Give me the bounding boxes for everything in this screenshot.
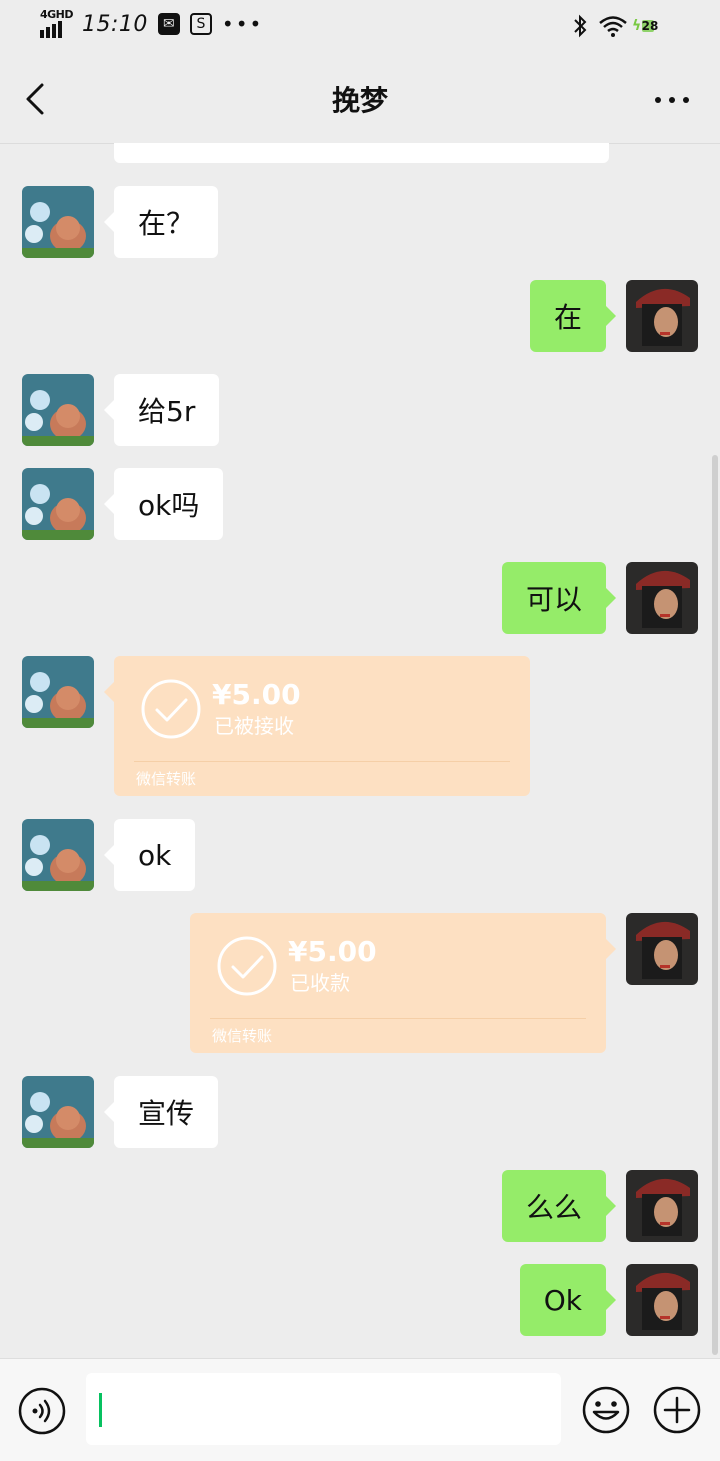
message-text: Ok — [543, 1283, 582, 1317]
plus-more-icon[interactable] — [652, 1385, 702, 1435]
wifi-icon — [599, 16, 627, 37]
transfer-service-label: 微信转账 — [212, 1027, 273, 1045]
battery-level: 28 — [641, 19, 659, 33]
chat-scrollbar[interactable] — [712, 455, 718, 1355]
message-text: ok — [138, 838, 172, 872]
emoji-icon[interactable] — [581, 1385, 631, 1435]
message-bubble[interactable]: 在 — [529, 280, 617, 352]
message-row: ¥5.00 已收款 微信转账 — [0, 913, 720, 1053]
bluetooth-icon — [574, 14, 587, 38]
message-input[interactable] — [86, 1373, 561, 1445]
check-circle-icon — [141, 679, 201, 739]
notification-icon: ✉ — [157, 13, 180, 35]
message-bubble[interactable]: Ok — [519, 1264, 617, 1336]
my-avatar[interactable] — [626, 280, 698, 352]
message-row: 可以 — [0, 562, 720, 634]
message-bubble[interactable]: 么么 — [501, 1170, 617, 1242]
message-bubble[interactable]: 给5r — [103, 374, 220, 446]
transfer-status: 已收款 — [290, 971, 350, 995]
check-circle-icon — [217, 936, 277, 996]
more-notifications-icon: ••• — [221, 12, 264, 36]
text-caret — [99, 1393, 102, 1427]
transfer-divider — [134, 761, 510, 762]
message-row: Ok — [0, 1264, 720, 1336]
voice-input-icon[interactable] — [18, 1387, 66, 1435]
network-type-label: 4GHD — [40, 8, 74, 21]
message-text: ok吗 — [138, 489, 200, 522]
friend-avatar[interactable] — [22, 468, 94, 540]
friend-avatar[interactable] — [22, 1076, 94, 1148]
battery-icon: ϟ 28 — [632, 18, 659, 34]
previous-message-bubble — [114, 143, 609, 163]
message-bubble[interactable]: 在？ — [103, 186, 219, 258]
friend-avatar[interactable] — [22, 656, 94, 728]
message-row: 么么 — [0, 1170, 720, 1242]
message-row: 在？ — [0, 186, 720, 258]
cellular-signal-icon: 4GHD — [40, 8, 74, 38]
chat-title: 挽梦 — [331, 84, 388, 117]
my-avatar[interactable] — [626, 1264, 698, 1336]
chat-header: 挽梦 — [0, 55, 720, 144]
message-text: 宣传 — [138, 1097, 195, 1130]
message-text: 在？ — [138, 207, 195, 240]
my-avatar[interactable] — [626, 1170, 698, 1242]
transfer-card[interactable]: ¥5.00 已被接收 微信转账 — [104, 656, 530, 796]
transfer-service-label: 微信转账 — [136, 770, 197, 788]
more-options-icon[interactable] — [654, 95, 690, 105]
message-text: 么么 — [525, 1191, 582, 1224]
message-row: ok — [0, 819, 720, 891]
message-bubble[interactable]: 可以 — [501, 562, 617, 634]
message-bubble[interactable]: ok — [103, 819, 196, 891]
message-row: ¥5.00 已被接收 微信转账 — [0, 656, 720, 796]
message-list[interactable]: 在？ 在 给5r ok吗 可以 ¥5.00 已被接收 微信转账 ok ¥5.00… — [0, 143, 720, 1358]
message-text: 可以 — [525, 583, 582, 616]
transfer-divider — [210, 1018, 586, 1019]
message-row: 宣传 — [0, 1076, 720, 1148]
status-time: 15:10 — [82, 11, 148, 37]
status-bar: 4GHD 15:10 ✉ S ••• ϟ 28 — [0, 0, 720, 55]
friend-avatar[interactable] — [22, 186, 94, 258]
friend-avatar[interactable] — [22, 374, 94, 446]
message-bubble[interactable]: ok吗 — [103, 468, 224, 540]
message-text: 在 — [553, 301, 582, 334]
input-bar — [0, 1358, 720, 1461]
message-text: 给5r — [138, 395, 196, 428]
message-row: ok吗 — [0, 468, 720, 540]
app-notification-icon: S — [189, 13, 212, 35]
message-bubble[interactable]: 宣传 — [103, 1076, 219, 1148]
my-avatar[interactable] — [626, 562, 698, 634]
message-row: 给5r — [0, 374, 720, 446]
my-avatar[interactable] — [626, 913, 698, 985]
transfer-status: 已被接收 — [214, 714, 294, 738]
message-row: 在 — [0, 280, 720, 352]
transfer-card[interactable]: ¥5.00 已收款 微信转账 — [190, 913, 616, 1053]
transfer-amount: ¥5.00 — [212, 678, 301, 711]
transfer-amount: ¥5.00 — [288, 935, 377, 968]
friend-avatar[interactable] — [22, 819, 94, 891]
